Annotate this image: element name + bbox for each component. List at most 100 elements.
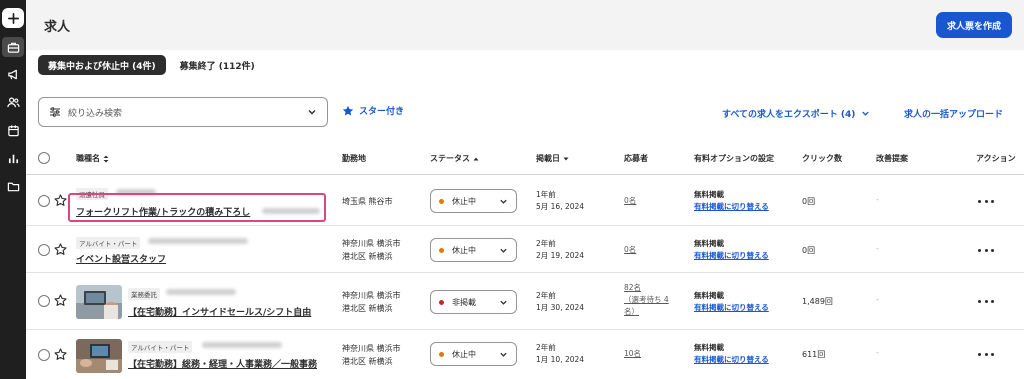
- tab-closed[interactable]: 募集終了 (112件): [170, 55, 265, 75]
- people-icon: [6, 97, 20, 107]
- applicants-link[interactable]: 10名: [624, 348, 641, 360]
- click-count: 1,489回: [802, 297, 833, 306]
- table-row[interactable]: 業務委託 【在宅勤務】インサイドセールス/シフト自由 神奈川県 横浜市 港北区 新…: [26, 274, 1024, 330]
- sidebar-item-calendar[interactable]: [2, 120, 24, 140]
- export-label: すべての求人をエクスポート (4): [722, 110, 856, 120]
- sidebar-item-files[interactable]: [2, 176, 24, 196]
- column-clicks: クリック数: [802, 154, 842, 163]
- filter-placeholder: 絞り込み検索: [68, 108, 123, 119]
- job-thumbnail: [76, 339, 122, 373]
- applicants-link[interactable]: 0名: [624, 244, 636, 256]
- posted-date: 1年前 5月 16, 2024: [536, 190, 585, 211]
- more-actions-button[interactable]: [978, 349, 994, 359]
- switch-to-paid-link[interactable]: 有料掲載に切り替える: [694, 302, 769, 314]
- page-title: 求人: [44, 20, 71, 35]
- column-improvement: 改善提案: [876, 154, 908, 163]
- status-dropdown[interactable]: 休止中: [430, 189, 517, 213]
- improvement-suggestion: -: [876, 195, 879, 204]
- improvement-suggestion: -: [876, 348, 879, 357]
- job-thumbnail: [76, 285, 122, 319]
- table-row[interactable]: アルバイト・パート 【在宅勤務】総務・経理・人事業務／一般事務 神奈川県 横浜市…: [26, 331, 1024, 379]
- job-location: 神奈川県 横浜市 港北区 新横浜: [342, 239, 401, 261]
- star-outline-icon[interactable]: [54, 294, 67, 307]
- row-checkbox[interactable]: [38, 195, 50, 207]
- sidebar-item-analytics[interactable]: [2, 148, 24, 168]
- row-checkbox[interactable]: [38, 295, 50, 307]
- export-all-button[interactable]: すべての求人をエクスポート (4): [722, 107, 870, 120]
- click-count: 611回: [802, 350, 826, 359]
- column-status[interactable]: ステータス: [430, 153, 479, 164]
- select-all-checkbox[interactable]: [38, 152, 50, 164]
- star-outline-icon[interactable]: [54, 194, 67, 207]
- sidebar-item-campaigns[interactable]: [2, 64, 24, 84]
- switch-to-paid-link[interactable]: 有料掲載に切り替える: [694, 250, 769, 262]
- sort-icon: [103, 155, 109, 162]
- switch-to-paid-link[interactable]: 有料掲載に切り替える: [694, 354, 769, 366]
- redacted-company: [148, 238, 248, 244]
- paid-option: 無料掲載 有料掲載に切り替える: [694, 239, 769, 262]
- employment-type-badge: アルバイト・パート: [128, 341, 193, 353]
- bar-chart-icon: [8, 154, 18, 163]
- improvement-suggestion: -: [876, 295, 879, 304]
- more-actions-button[interactable]: [978, 296, 994, 306]
- chevron-down-icon: [308, 110, 316, 115]
- switch-to-paid-link[interactable]: 有料掲載に切り替える: [694, 201, 769, 213]
- paid-option: 無料掲載 有料掲載に切り替える: [694, 190, 769, 213]
- redacted-company: [202, 342, 282, 348]
- sort-desc-icon: [563, 157, 569, 160]
- bulk-upload-button[interactable]: 求人の一括アップロード: [904, 107, 1003, 120]
- sidebar-item-jobs[interactable]: [2, 37, 24, 57]
- redacted-company: [166, 289, 236, 295]
- improvement-suggestion: -: [876, 244, 879, 253]
- filter-search-input[interactable]: 絞り込み検索: [38, 97, 328, 127]
- chevron-down-icon: [500, 352, 507, 357]
- applicants-link[interactable]: 82名 （選考待ち 4 名）: [624, 282, 669, 318]
- column-action: アクション: [976, 154, 1016, 163]
- starred-filter-button[interactable]: スター付き: [342, 104, 404, 117]
- chevron-down-icon: [500, 248, 507, 253]
- table-header: 職種名 勤務地 ステータス 掲載日 応募者 有料オプションの設定 クリック数 改…: [26, 141, 1024, 175]
- row-checkbox[interactable]: [38, 244, 50, 256]
- column-location: 勤務地: [342, 154, 366, 163]
- paid-option: 無料掲載 有料掲載に切り替える: [694, 343, 769, 366]
- more-actions-button[interactable]: [978, 245, 994, 255]
- applicants-link[interactable]: 0名: [624, 195, 636, 207]
- job-location: 神奈川県 横浜市 港北区 新横浜: [342, 344, 401, 366]
- status-dropdown[interactable]: 休止中: [430, 238, 517, 262]
- status-dot: [439, 299, 444, 305]
- chevron-down-icon: [862, 111, 870, 116]
- row-checkbox[interactable]: [38, 349, 50, 361]
- employment-type-badge: アルバイト・パート: [76, 237, 141, 249]
- status-dot: [439, 198, 444, 204]
- more-actions-button[interactable]: [978, 196, 994, 206]
- click-count: 0回: [802, 246, 816, 255]
- highlight-annotation-box: [68, 193, 326, 222]
- column-paid-option: 有料オプションの設定: [694, 154, 774, 163]
- starred-label: スター付き: [359, 107, 405, 117]
- job-location: 埼玉県 熊谷市: [342, 197, 393, 206]
- sidebar-create-button[interactable]: [2, 8, 24, 28]
- column-posted[interactable]: 掲載日: [536, 153, 569, 164]
- star-outline-icon[interactable]: [54, 348, 67, 361]
- job-title-link[interactable]: 【在宅勤務】インサイドセールス/シフト自由: [128, 305, 311, 318]
- chevron-down-icon: [500, 300, 507, 305]
- sort-asc-icon: [473, 157, 479, 160]
- sidebar: [0, 0, 26, 379]
- job-title-link[interactable]: イベント設営スタッフ: [76, 252, 166, 265]
- status-dot: [439, 351, 444, 357]
- sidebar-item-candidates[interactable]: [2, 92, 24, 112]
- status-dropdown[interactable]: 休止中: [430, 342, 517, 366]
- table-row[interactable]: アルバイト・パート イベント設営スタッフ 神奈川県 横浜市 港北区 新横浜 休止中…: [26, 227, 1024, 273]
- paid-option: 無料掲載 有料掲載に切り替える: [694, 291, 769, 314]
- column-title[interactable]: 職種名: [76, 153, 109, 164]
- star-outline-icon[interactable]: [54, 243, 67, 256]
- briefcase-icon: [7, 42, 19, 53]
- tab-open-paused[interactable]: 募集中および休止中 (4件): [38, 55, 166, 75]
- create-job-button[interactable]: 求人票を作成: [936, 12, 1012, 38]
- status-dropdown[interactable]: 非掲載: [430, 290, 517, 314]
- job-tabs: 募集中および休止中 (4件) 募集終了 (112件): [38, 55, 265, 75]
- calendar-icon: [7, 124, 19, 136]
- star-filled-icon: [342, 105, 354, 115]
- chevron-down-icon: [500, 199, 507, 204]
- job-title-link[interactable]: 【在宅勤務】総務・経理・人事業務／一般事務: [128, 357, 317, 370]
